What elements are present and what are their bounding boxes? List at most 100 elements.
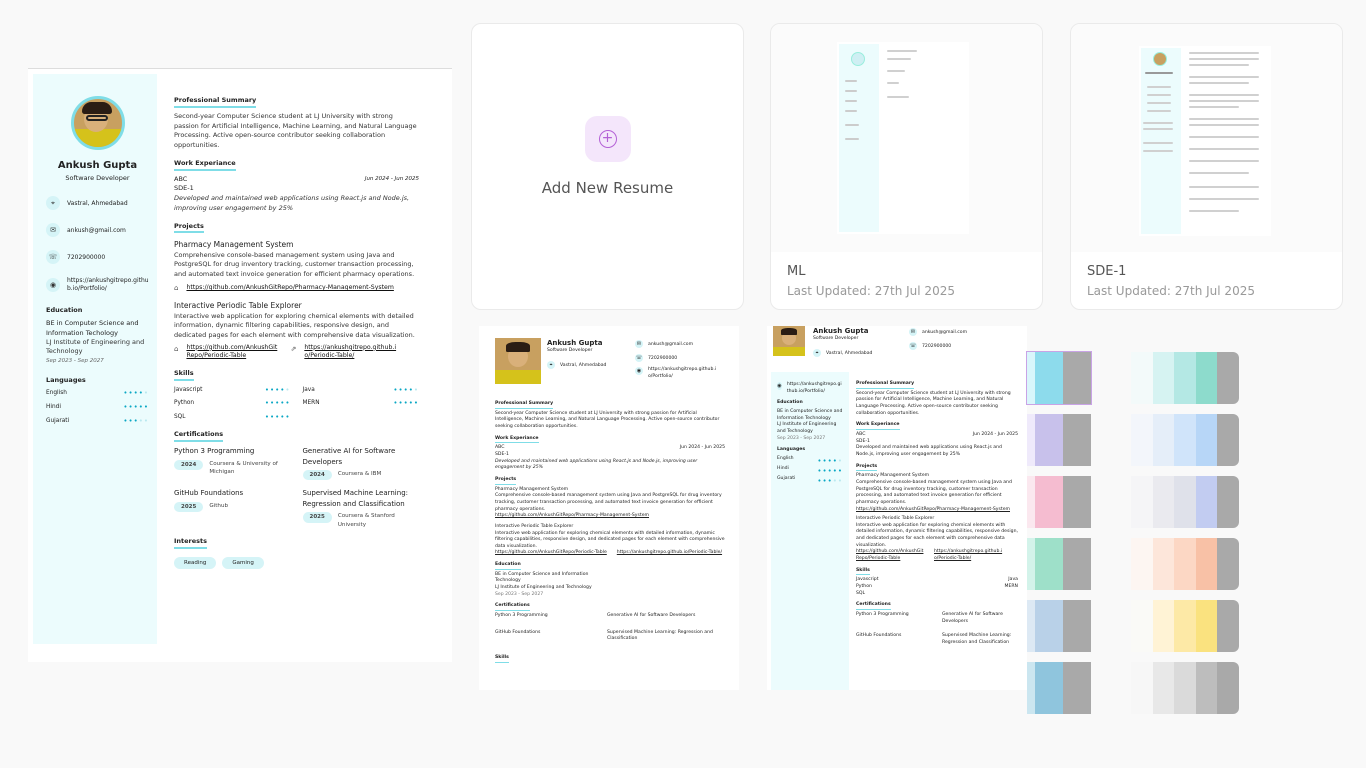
rating-dots: ••••• (393, 399, 419, 408)
rating-dots: ••••• (393, 385, 419, 394)
color-swatch (1063, 538, 1091, 590)
color-swatch (1063, 600, 1091, 652)
color-swatch (1174, 600, 1196, 652)
summary-text: Second-year Computer Science student at … (174, 111, 417, 149)
year-badge: 2025 (174, 501, 204, 513)
color-swatch (1131, 538, 1153, 590)
color-swatch (1063, 662, 1091, 714)
resume-card-ml[interactable]: ML Last Updated: 27th Jul 2025 (770, 23, 1043, 310)
summary-heading: Professional Summary (174, 96, 257, 108)
skills-heading: Skills (174, 369, 194, 381)
location-icon: ⌖ (813, 348, 821, 357)
color-swatch (1195, 352, 1218, 404)
skill-item: MERN ••••• (302, 399, 419, 408)
palette-swatch-left[interactable] (1027, 476, 1091, 528)
palette-swatch-left[interactable] (1027, 414, 1091, 466)
project-2-link-github[interactable]: https://github.com/AnkushGitRepo/Periodi… (186, 344, 278, 361)
color-swatch (1035, 476, 1063, 528)
rating-dots: ••••• (264, 399, 291, 408)
interests-heading: Interests (174, 537, 208, 549)
color-swatch (1217, 476, 1239, 528)
work-company: ABC (174, 174, 188, 183)
color-swatch (1063, 414, 1091, 466)
template-photo (773, 326, 805, 356)
rating-dots: ••••• (123, 389, 149, 398)
color-swatch (1174, 352, 1196, 404)
color-swatch (1174, 476, 1196, 528)
palette-swatch-left[interactable] (1027, 600, 1091, 652)
certifications-heading: Certifications (174, 430, 224, 443)
color-swatch (1063, 476, 1091, 528)
year-badge: 2024 (174, 459, 204, 470)
rss-icon: ◉ (635, 367, 643, 376)
color-swatch (1131, 414, 1153, 466)
resume-preview: Ankush Gupta Software Developer ⌖ Vastra… (28, 68, 452, 662)
color-swatch (1217, 352, 1239, 404)
palette-swatch-right[interactable] (1131, 476, 1239, 528)
palette-swatch-right[interactable] (1131, 538, 1239, 590)
color-swatch (1027, 352, 1035, 404)
language-item: Hindi ••••• (46, 403, 149, 412)
color-swatch (1035, 414, 1063, 466)
color-swatch (1152, 538, 1175, 590)
resume-sidebar: Ankush Gupta Software Developer ⌖ Vastra… (33, 74, 157, 644)
work-desc: Developed and maintained web application… (174, 194, 410, 212)
work-heading: Work Experiance (174, 159, 236, 171)
palette-swatch-right[interactable] (1131, 662, 1239, 714)
plus-icon: + (598, 130, 617, 148)
resume-name: Ankush Gupta (57, 160, 138, 171)
education-degree: BE in Computer Science and Information T… (46, 318, 139, 337)
project-2-link-live[interactable]: https://ankushgitrepo.github.io/Periodic… (304, 344, 400, 361)
phone-icon: ☏ (909, 341, 917, 350)
rating-dots: ••••• (264, 412, 291, 421)
color-swatch (1217, 600, 1239, 652)
language-item: Gujarati ••••• (46, 417, 149, 426)
color-swatch (1027, 538, 1035, 590)
color-swatch (1035, 352, 1063, 404)
palette-swatch-left[interactable] (1026, 351, 1092, 405)
add-button[interactable]: + (584, 116, 631, 162)
color-swatch (1131, 662, 1153, 714)
year-badge: 2025 (302, 512, 332, 523)
palette-row (1027, 476, 1239, 528)
skill-item: Javascript ••••• (174, 385, 291, 394)
color-swatch (1152, 600, 1175, 652)
palette-swatch-right[interactable] (1131, 352, 1239, 404)
palette-swatch-left[interactable] (1027, 538, 1091, 590)
rating-dots: ••••• (123, 403, 149, 412)
card-last-updated: Last Updated: 27th Jul 2025 (1087, 284, 1255, 298)
color-swatch (1217, 538, 1239, 590)
color-swatch (1131, 352, 1153, 404)
color-swatch (1174, 538, 1196, 590)
add-new-resume-label: Add New Resume (541, 179, 674, 197)
color-swatch (1217, 662, 1239, 714)
resume-card-sde-1[interactable]: SDE-1 Last Updated: 27th Jul 2025 (1070, 23, 1343, 310)
color-swatch (1027, 600, 1035, 652)
color-swatch (1152, 414, 1175, 466)
location-icon: ⌖ (46, 196, 60, 210)
add-new-resume-card[interactable]: + Add New Resume (471, 23, 744, 310)
palette-swatch-left[interactable] (1027, 662, 1091, 714)
color-swatch (1152, 476, 1175, 528)
template-preview-right[interactable]: Ankush Gupta Software Developer ⌖ Vastral… (767, 326, 1027, 690)
color-swatch (1152, 662, 1175, 714)
palette-row (1027, 538, 1239, 590)
palette-swatch-right[interactable] (1131, 600, 1239, 652)
interest-tag: Gaming (222, 556, 264, 570)
project-1-title: Pharmacy Management System (174, 240, 294, 250)
template-preview-left[interactable]: Ankush Gupta Software Developer ⌖ Vastral… (479, 326, 739, 690)
interests-list: Reading Gaming (174, 553, 419, 570)
color-swatch (1174, 662, 1196, 714)
education-institute: LJ Institute of Engineering and Technolo… (46, 338, 145, 356)
certification-item: GitHub Foundations 2025 Github (174, 488, 291, 529)
color-swatch (1027, 476, 1035, 528)
project-2-title: Interactive Periodic Table Explorer (174, 301, 302, 311)
project-1-link[interactable]: https://github.com/AnkushGitRepo/Pharmac… (186, 283, 393, 292)
color-swatch (1035, 538, 1063, 590)
palette-swatch-right[interactable] (1131, 414, 1239, 466)
color-swatch (1152, 352, 1175, 404)
card-last-updated: Last Updated: 27th Jul 2025 (787, 284, 955, 298)
rss-icon: ◉ (777, 382, 782, 390)
avatar (70, 96, 125, 150)
template-name: Ankush Gupta (547, 339, 603, 347)
